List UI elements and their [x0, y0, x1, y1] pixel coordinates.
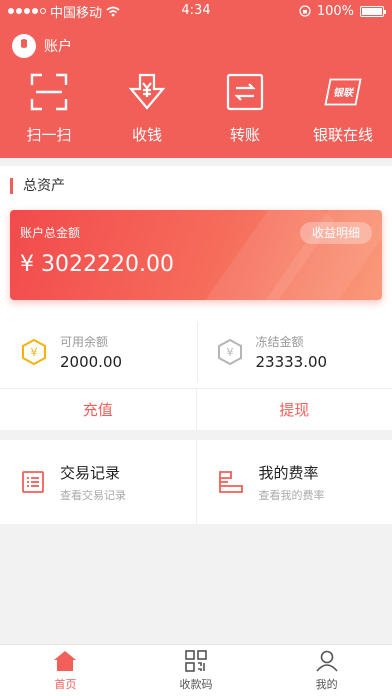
tab-bar: 首页 收款码 我的: [0, 644, 392, 696]
unionpay-icon: 银联: [324, 78, 362, 106]
rates-subtitle: 查看我的费率: [258, 488, 325, 502]
transaction-list-icon: [22, 471, 44, 493]
withdraw-button[interactable]: 提现: [195, 389, 392, 430]
assets-title: 总资产: [10, 178, 65, 194]
available-balance-icon: ¥: [22, 339, 46, 365]
quick-actions: 扫一扫 收钱 转账 银联 银联在线: [0, 72, 392, 145]
qr-code-icon: [185, 649, 207, 672]
header: 中国移动 4:34 100% 账户 扫一扫 收钱 转账 银联 银联在线: [0, 0, 392, 158]
transactions-entry[interactable]: 交易记录 查看交易记录: [0, 440, 196, 524]
home-icon: [54, 650, 77, 671]
frozen-icon-glyph: ¥: [226, 346, 233, 359]
balance-card: 账户总金额 ¥ 3022220.00 收益明细: [10, 210, 382, 300]
transfer-label: 转账: [229, 126, 260, 144]
scan-label: 扫一扫: [26, 126, 72, 144]
unionpay-button[interactable]: 银联 银联在线: [294, 72, 392, 145]
battery-icon: [360, 5, 386, 17]
wifi-icon: [106, 6, 120, 16]
account-label: 账户: [44, 39, 72, 55]
tab-home-label: 首页: [54, 677, 77, 691]
rate-bars-icon: [218, 471, 243, 493]
frozen-amount-icon: ¥: [217, 339, 242, 365]
frozen-amount-label: 冻结金额: [255, 335, 304, 349]
transfer-button[interactable]: 转账: [196, 72, 294, 145]
lock-rotation-icon: [299, 5, 311, 17]
battery-label: 100%: [316, 3, 354, 19]
transactions-subtitle: 查看交易记录: [60, 488, 126, 502]
status-bar: 中国移动 4:34 100%: [0, 0, 392, 22]
receive-money-icon: [128, 73, 166, 110]
frozen-amount: ¥ 冻结金额 23333.00: [196, 322, 392, 382]
receive-money-label: 收钱: [131, 126, 162, 144]
transfer-icon: [226, 73, 264, 111]
user-profile-icon: [316, 650, 338, 672]
earnings-detail-button[interactable]: 收益明细: [299, 222, 372, 244]
recharge-button[interactable]: 充值: [0, 389, 196, 430]
tab-payment-code[interactable]: 收款码: [131, 645, 262, 696]
rates-entry[interactable]: 我的费率 查看我的费率: [195, 440, 392, 524]
available-balance-value: 2000.00: [60, 353, 123, 371]
tab-mine[interactable]: 我的: [261, 645, 392, 696]
transactions-title: 交易记录: [60, 463, 121, 482]
funds-row: ¥ 可用余额 2000.00 ¥ 冻结金额 23333.00: [0, 322, 392, 382]
carrier-label: 中国移动: [50, 5, 103, 21]
unionpay-icon-text: 银联: [333, 87, 355, 99]
operations-row: 充值 提现: [0, 388, 392, 430]
tab-home[interactable]: 首页: [0, 645, 131, 696]
signal-icon: [8, 8, 46, 14]
account-entry[interactable]: 账户: [12, 34, 72, 58]
avatar: [12, 34, 36, 58]
records-section: 交易记录 查看交易记录 我的费率 查看我的费率: [0, 440, 392, 524]
unionpay-label: 银联在线: [312, 126, 373, 144]
tab-payment-code-label: 收款码: [179, 677, 213, 691]
available-icon-glyph: ¥: [31, 346, 38, 359]
scan-icon: [30, 73, 68, 111]
scan-button[interactable]: 扫一扫: [0, 72, 98, 145]
available-balance: ¥ 可用余额 2000.00: [0, 322, 197, 382]
available-balance-label: 可用余额: [60, 335, 109, 349]
rates-title: 我的费率: [258, 463, 319, 482]
assets-section: 总资产 账户总金额 ¥ 3022220.00 收益明细 ¥ 可用余额 2000.…: [0, 166, 392, 430]
balance-card-label: 账户总金额: [20, 226, 81, 240]
receive-money-button[interactable]: 收钱: [98, 72, 196, 145]
status-time: 4:34: [181, 3, 211, 18]
tab-mine-label: 我的: [315, 677, 338, 691]
total-amount: ¥ 3022220.00: [20, 252, 174, 277]
frozen-amount-value: 23333.00: [255, 353, 328, 371]
user-avatar-icon: [21, 39, 27, 48]
